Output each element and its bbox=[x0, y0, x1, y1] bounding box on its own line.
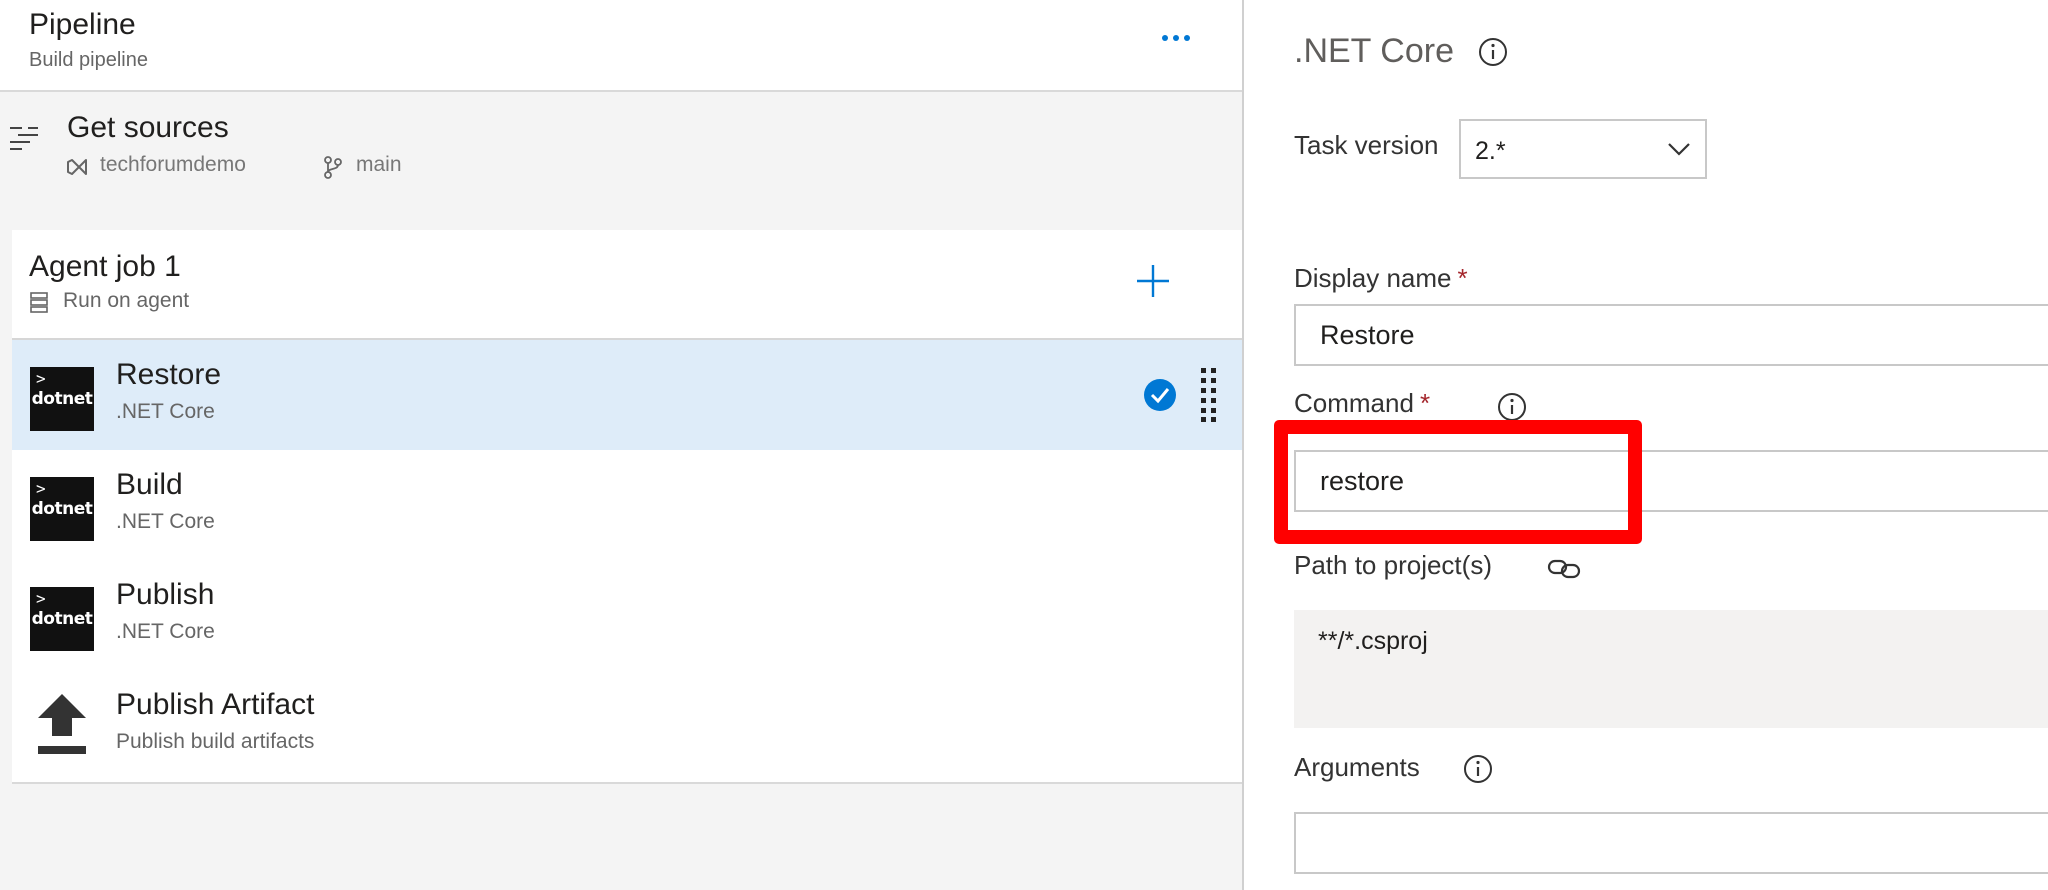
agent-job-panel: Agent job 1 Run on agent > dotnet Restor… bbox=[12, 230, 1242, 784]
task-type: .NET Core bbox=[116, 510, 215, 533]
arguments-label: Arguments bbox=[1294, 752, 1420, 782]
upload-icon bbox=[38, 694, 86, 754]
task-row-build[interactable]: > dotnet Build .NET Core bbox=[12, 450, 1242, 560]
task-type: .NET Core bbox=[116, 620, 215, 643]
display-name-label: Display name * bbox=[1294, 263, 1468, 293]
pipeline-subtitle: Build pipeline bbox=[29, 49, 148, 71]
command-label: Command * bbox=[1294, 388, 1431, 418]
task-row-publish[interactable]: > dotnet Publish .NET Core bbox=[12, 560, 1242, 670]
task-row-restore[interactable]: > dotnet Restore .NET Core bbox=[12, 340, 1242, 450]
get-sources-title: Get sources bbox=[67, 111, 229, 144]
path-to-projects-textarea[interactable]: **/*.csproj bbox=[1294, 610, 2048, 728]
agent-job-subtitle: Run on agent bbox=[63, 289, 190, 312]
task-version-label: Task version bbox=[1294, 130, 1439, 160]
arguments-input[interactable] bbox=[1294, 812, 2048, 874]
branch-name: main bbox=[356, 153, 402, 176]
task-name: Restore bbox=[116, 358, 222, 391]
dotnet-logo-icon: > dotnet bbox=[30, 477, 94, 541]
required-marker: * bbox=[1419, 388, 1431, 418]
checkmark-circle-icon bbox=[1144, 379, 1176, 411]
info-icon[interactable] bbox=[1478, 37, 1508, 67]
task-heading: .NET Core bbox=[1294, 32, 1454, 70]
pipeline-title: Pipeline bbox=[29, 8, 136, 41]
task-version-dropdown[interactable]: 2.* bbox=[1459, 119, 1707, 179]
plus-icon bbox=[1137, 265, 1169, 297]
sources-list-icon bbox=[10, 127, 38, 150]
info-icon[interactable] bbox=[1497, 392, 1527, 422]
command-input[interactable] bbox=[1294, 450, 2048, 512]
branch-icon bbox=[324, 156, 342, 179]
drag-handle-icon[interactable] bbox=[1199, 366, 1219, 424]
pipeline-tasks-pane: Pipeline Build pipeline Get sources tech… bbox=[0, 0, 1242, 890]
required-marker: * bbox=[1457, 263, 1468, 293]
task-version-value: 2.* bbox=[1475, 137, 1506, 165]
info-icon[interactable] bbox=[1463, 754, 1493, 784]
add-task-button[interactable] bbox=[1134, 262, 1172, 300]
path-to-projects-label: Path to project(s) bbox=[1294, 550, 1492, 580]
link-icon[interactable] bbox=[1546, 555, 1582, 583]
agent-job-header[interactable]: Agent job 1 Run on agent bbox=[12, 230, 1242, 340]
display-name-input[interactable] bbox=[1294, 304, 2048, 366]
task-name: Build bbox=[116, 468, 183, 501]
dotnet-logo-icon: > dotnet bbox=[30, 367, 94, 431]
task-row-publish-artifact[interactable]: Publish Artifact Publish build artifacts bbox=[12, 670, 1242, 780]
path-to-projects-value: **/*.csproj bbox=[1318, 627, 1428, 655]
more-actions-button[interactable] bbox=[1158, 20, 1194, 56]
chevron-down-icon bbox=[1668, 143, 1690, 156]
task-type: .NET Core bbox=[116, 400, 215, 423]
dotnet-logo-icon: > dotnet bbox=[30, 587, 94, 651]
visual-studio-repo-icon bbox=[67, 159, 87, 175]
server-icon bbox=[30, 292, 48, 313]
pipeline-header: Pipeline Build pipeline bbox=[0, 0, 1242, 92]
task-name: Publish bbox=[116, 578, 215, 611]
task-name: Publish Artifact bbox=[116, 688, 315, 721]
agent-job-title: Agent job 1 bbox=[29, 250, 181, 283]
repo-name: techforumdemo bbox=[100, 153, 246, 176]
more-dots-icon bbox=[1162, 35, 1190, 41]
task-details-pane: .NET Core Task version 2.* Display name *… bbox=[1244, 0, 2048, 890]
task-type: Publish build artifacts bbox=[116, 730, 315, 753]
